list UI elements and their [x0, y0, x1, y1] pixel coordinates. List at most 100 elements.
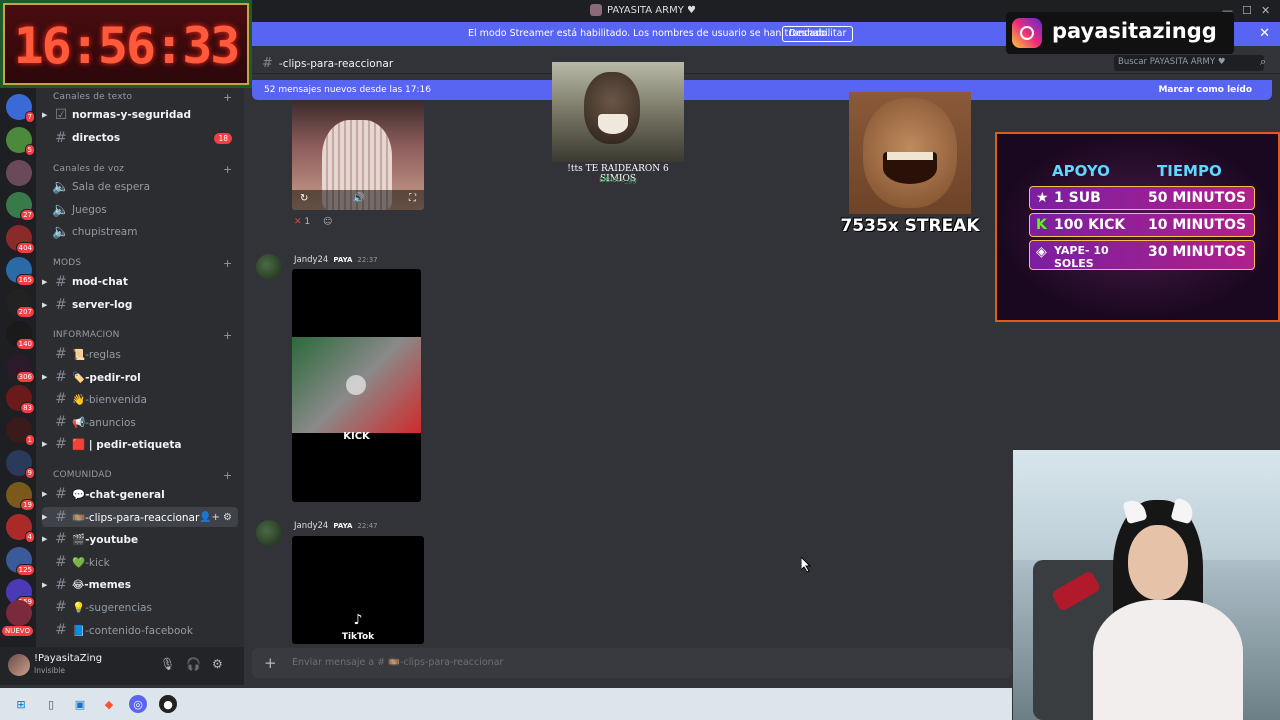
channel-pedir-etiqueta[interactable]: ▶ # 🟥 | pedir-etiqueta [42, 434, 238, 454]
channel-memes[interactable]: ▶ # 😂-memes [42, 575, 238, 595]
server-icon[interactable]: 7 [6, 94, 35, 123]
server-icon[interactable]: 4 [6, 514, 35, 543]
video-attachment[interactable]: ♪ TikTok [292, 536, 424, 644]
obs-icon[interactable]: ● [159, 695, 177, 713]
server-icon[interactable]: 125 [6, 547, 35, 576]
brave-browser-icon[interactable]: ◆ [100, 695, 118, 713]
channel-normas-y-seguridad[interactable]: ▶ ☑ normas-y-seguridad [42, 105, 238, 125]
clock-time: 16:56:33 [13, 17, 241, 75]
voice-channel-sala[interactable]: 🔈 Sala de espera [42, 177, 238, 197]
new-messages-bar[interactable]: 52 mensajes nuevos desde las 17:16 Marca… [252, 80, 1272, 100]
taskbar: ⊞ ▯ ▣ ◆ ◎ ● [0, 688, 1012, 720]
disable-streamer-button[interactable]: Deshabilitar [782, 26, 854, 42]
server-icon[interactable]: 165 [6, 257, 35, 286]
timestamp: 22:47 [357, 522, 378, 530]
channel-youtube[interactable]: ▶ # 🎬-youtube [42, 529, 238, 549]
message-composer[interactable]: + Enviar mensaje a # 🎞️-clips-para-reacc… [252, 648, 1012, 678]
reaction[interactable]: ✕ 1 ☺ [294, 217, 332, 227]
avatar[interactable] [256, 254, 282, 280]
streak-counter: 7535x STREAK [840, 216, 980, 236]
username[interactable]: !PayasitaZing [34, 653, 102, 664]
windows-start-icon[interactable]: ⊞ [12, 695, 30, 713]
channel-clips-para-reaccionar[interactable]: ▶ # 🎞️-clips-para-reaccionar 👤+ ⚙ [42, 507, 238, 527]
hash-icon: # [55, 486, 67, 502]
channel-chat-general[interactable]: ▶ # 💬-chat-general [42, 484, 238, 504]
channel-contenido-facebook[interactable]: # 📘-contenido-facebook [42, 620, 238, 640]
add-channel-icon[interactable]: + [223, 329, 232, 342]
channel-kick[interactable]: # 💚-kick [42, 552, 238, 572]
instagram-overlay: payasitazingg [1006, 12, 1234, 54]
server-icon[interactable]: 1 [6, 417, 35, 446]
search-input[interactable]: Buscar PAYASITA ARMY ♥ [1114, 55, 1264, 71]
channel-server-log[interactable]: ▶ # server-log [42, 295, 238, 315]
search-icon[interactable]: ⌕ [1260, 55, 1266, 69]
hash-icon: # [55, 297, 67, 313]
add-attachment-icon[interactable]: + [264, 654, 277, 672]
server-badge: 125 [15, 564, 35, 576]
close-banner-icon[interactable]: ✕ [1259, 26, 1270, 41]
unread-indicator-icon: ▶ [42, 111, 48, 119]
server-icon[interactable]: 140 [6, 321, 35, 350]
avatar[interactable] [256, 520, 282, 546]
video-controls[interactable]: ↻ 🔊 ⛶ [292, 190, 424, 210]
invite-settings-icons[interactable]: 👤+ ⚙ [199, 512, 232, 523]
play-icon [346, 375, 366, 395]
server-badge: 306 [15, 371, 35, 383]
category-voice[interactable]: Canales de voz + [53, 163, 232, 176]
channel-bienvenida[interactable]: # 👋-bienvenida [42, 389, 238, 409]
explorer-icon[interactable]: ▣ [71, 695, 89, 713]
discord-icon[interactable]: ◎ [129, 695, 147, 713]
file-icon[interactable]: ▯ [42, 695, 60, 713]
author-name[interactable]: Jandy24 [294, 255, 328, 265]
close-window-icon[interactable]: ✕ [1261, 4, 1270, 17]
video-caption: KICK [343, 431, 370, 442]
server-badge: 19 [20, 499, 35, 511]
settings-gear-icon[interactable]: ⚙ [212, 657, 223, 671]
category-text[interactable]: Canales de texto + [53, 91, 232, 104]
avatar[interactable] [8, 654, 30, 676]
add-channel-icon[interactable]: + [223, 91, 232, 104]
server-icon[interactable]: 306 [6, 354, 35, 383]
category-mods[interactable]: MODS + [53, 257, 232, 270]
monkey-gif [552, 62, 684, 162]
new-server-badge: NUEVO [2, 626, 33, 636]
server-icon[interactable] [6, 160, 32, 186]
server-icon[interactable]: 9 [6, 450, 35, 479]
video-attachment[interactable]: KICK [292, 269, 421, 502]
hash-icon: # [262, 56, 273, 71]
add-channel-icon[interactable]: + [223, 469, 232, 482]
channel-anuncios[interactable]: # 📢-anuncios [42, 412, 238, 432]
server-icon[interactable]: 5 [6, 127, 35, 156]
channel-directos[interactable]: # directos 18 [42, 128, 238, 148]
cross-emoji-icon: ✕ [294, 217, 302, 227]
server-icon[interactable]: 207 [6, 289, 35, 318]
channel-pedir-rol[interactable]: ▶ # 🏷️-pedir-rol [42, 367, 238, 387]
microphone-icon[interactable]: 🎙 [160, 657, 175, 671]
server-icon[interactable] [6, 600, 32, 626]
channel-reglas[interactable]: # 📜-reglas [42, 344, 238, 364]
video-caption: TikTok [341, 632, 375, 642]
server-icon[interactable]: 83 [6, 385, 35, 414]
laughing-meme-image [849, 92, 971, 214]
category-comunidad[interactable]: COMUNIDAD + [53, 469, 232, 482]
panel-row: ◈ YAPE- 10 SOLES 30 MINUTOS [1029, 240, 1255, 270]
voice-channel-chupistream[interactable]: 🔈 chupistream [42, 222, 238, 242]
voice-channel-juegos[interactable]: 🔈 Juegos [42, 200, 238, 220]
maximize-icon[interactable]: ☐ [1242, 4, 1252, 17]
server-icon[interactable]: 27 [6, 192, 35, 221]
streamer-message: El modo Streamer está habilitado. Los no… [468, 28, 830, 39]
user-status: Invisible [34, 666, 65, 675]
mouse-cursor-icon [801, 557, 812, 573]
category-informacion[interactable]: INFORMACION + [53, 329, 232, 342]
headphones-icon[interactable]: 🎧 [186, 657, 201, 671]
video-attachment[interactable]: ↻ 🔊 ⛶ [292, 100, 424, 210]
message-header: Jandy24 PAYA 22:37 [294, 255, 378, 265]
server-icon[interactable]: 19 [6, 482, 35, 511]
author-name[interactable]: Jandy24 [294, 521, 328, 531]
channel-sugerencias[interactable]: # 💡-sugerencias [42, 597, 238, 617]
mark-as-read-button[interactable]: Marcar como leído [1158, 85, 1252, 95]
add-channel-icon[interactable]: + [223, 257, 232, 270]
add-channel-icon[interactable]: + [223, 163, 232, 176]
server-icon[interactable]: 404 [6, 225, 35, 254]
channel-mod-chat[interactable]: ▶ # mod-chat [42, 272, 238, 292]
